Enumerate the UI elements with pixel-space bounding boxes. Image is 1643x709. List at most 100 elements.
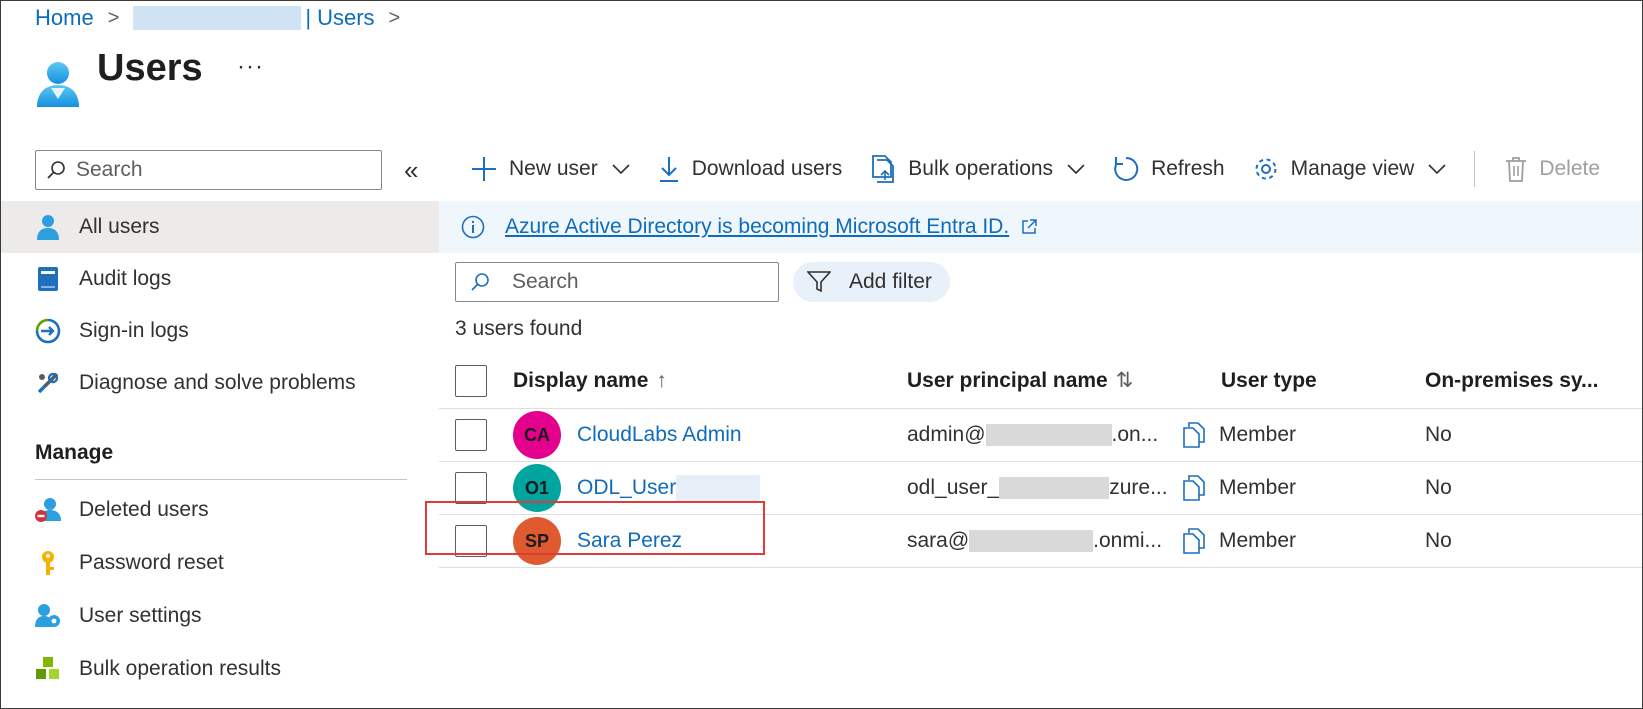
add-filter-button[interactable]: Add filter [793, 262, 950, 302]
column-display-name-label: Display name [513, 368, 649, 392]
copy-icon[interactable] [1183, 422, 1205, 448]
upn-redacted [985, 424, 1112, 446]
copy-icon[interactable] [1183, 475, 1205, 501]
filter-icon [807, 271, 831, 293]
breadcrumb-pipe: | [305, 5, 312, 30]
new-user-button[interactable]: New user [471, 156, 630, 182]
sidebar-item-deleted-users[interactable]: Deleted users [1, 483, 439, 536]
table-row[interactable]: SP Sara Perez sara@ .onmi... Member No [439, 515, 1642, 568]
external-link-icon[interactable] [1021, 219, 1037, 235]
row-select-cell [439, 525, 513, 557]
refresh-button[interactable]: Refresh [1113, 156, 1225, 182]
user-name-link[interactable]: Sara Perez [577, 529, 682, 553]
row-checkbox[interactable] [455, 419, 487, 451]
select-all-cell [439, 364, 513, 397]
chevron-down-icon [1428, 163, 1446, 175]
download-users-label: Download users [691, 157, 843, 180]
user-name-link[interactable]: CloudLabs Admin [577, 423, 742, 447]
sidebar-search-input[interactable]: Search [35, 150, 382, 190]
breadcrumb-tenant-redacted[interactable] [133, 6, 302, 30]
upn-redacted [969, 530, 1094, 552]
sidebar-item-all-users[interactable]: All users [1, 201, 439, 253]
delete-label: Delete [1539, 157, 1601, 180]
command-bar: New user Download users Bulk operations [471, 147, 1628, 191]
breadcrumb-separator: > [107, 6, 120, 29]
results-count: 3 users found [455, 317, 583, 340]
search-icon [471, 273, 489, 291]
select-all-checkbox[interactable] [455, 364, 487, 397]
sidebar-item-user-settings[interactable]: User settings [1, 589, 439, 642]
trash-icon [1505, 156, 1527, 182]
sidebar-item-password-reset[interactable]: Password reset [1, 536, 439, 589]
sidebar-item-label: Audit logs [79, 267, 172, 290]
entra-rename-link[interactable]: Azure Active Directory is becoming Micro… [505, 215, 1009, 239]
plus-icon [471, 156, 497, 182]
avatar: CA [513, 411, 561, 459]
display-name-cell: CA CloudLabs Admin [513, 411, 907, 459]
upn-start: odl_user_ [907, 476, 1000, 499]
row-checkbox[interactable] [455, 472, 487, 504]
on-premises-cell: No [1425, 476, 1642, 500]
on-premises-cell: No [1425, 529, 1642, 553]
display-name-cell: O1 ODL_User [513, 464, 907, 512]
sidebar-item-label: Diagnose and solve problems [79, 371, 356, 394]
toolbar-divider [1474, 151, 1476, 187]
sidebar-item-sign-in-logs[interactable]: Sign-in logs [1, 305, 439, 357]
user-type-cell: Member [1183, 422, 1425, 448]
sidebar-item-diagnose[interactable]: Diagnose and solve problems [1, 357, 439, 409]
upn-start: sara@ [907, 529, 970, 552]
row-select-cell [439, 472, 513, 504]
add-filter-label: Add filter [849, 270, 932, 293]
users-table: Display name ↑ User principal name ⇅ Use… [439, 353, 1642, 568]
sidebar-item-bulk-results[interactable]: Bulk operation results [1, 642, 439, 695]
info-banner: Azure Active Directory is becoming Micro… [439, 201, 1642, 253]
breadcrumb-trailing-separator: > [388, 6, 401, 29]
download-users-button[interactable]: Download users [658, 156, 843, 182]
user-name-redacted [676, 475, 761, 501]
user-type-cell: Member [1183, 475, 1425, 501]
users-search-input[interactable]: Search [455, 262, 779, 302]
column-on-premises[interactable]: On-premises sy... [1425, 369, 1642, 393]
column-user-type[interactable]: User type [1183, 369, 1425, 393]
sidebar-item-label: All users [79, 215, 160, 238]
column-upn[interactable]: User principal name ⇅ [907, 368, 1183, 393]
breadcrumb-users-link[interactable]: Users [317, 5, 374, 31]
user-type-cell: Member [1183, 528, 1425, 554]
page-title: Users [97, 47, 203, 89]
sidebar-item-label: Sign-in logs [79, 319, 189, 342]
column-display-name[interactable]: Display name ↑ [513, 369, 907, 393]
manage-section-label: Manage [35, 441, 114, 464]
column-user-type-label: User type [1221, 368, 1317, 392]
upn-end: .on... [1111, 423, 1159, 446]
deleted-user-icon [35, 497, 61, 523]
refresh-icon [1113, 156, 1139, 182]
upn-cell: sara@ .onmi... [907, 529, 1183, 553]
avatar: O1 [513, 464, 561, 512]
table-row[interactable]: CA CloudLabs Admin admin@ .on... Member … [439, 409, 1642, 462]
user-name-link[interactable]: ODL_User [577, 476, 676, 500]
upn-end: .onmi... [1093, 529, 1163, 552]
bulk-operations-button[interactable]: Bulk operations [870, 155, 1085, 183]
more-options-icon[interactable]: ··· [237, 53, 264, 81]
bulk-operations-label: Bulk operations [908, 157, 1054, 180]
key-icon [35, 550, 61, 576]
breadcrumb: Home > | Users > [35, 5, 414, 31]
upn-redacted [999, 477, 1110, 499]
user-type-value: Member [1219, 529, 1297, 552]
upn-cell: admin@ .on... [907, 423, 1183, 447]
table-row[interactable]: O1 ODL_User odl_user_ zure... Member No [439, 462, 1642, 515]
collapse-sidebar-icon[interactable]: « [404, 155, 418, 186]
chevron-down-icon [1067, 163, 1085, 175]
sidebar-item-audit-logs[interactable]: Audit logs [1, 253, 439, 305]
users-search-placeholder: Search [512, 270, 579, 293]
copy-icon[interactable] [1183, 528, 1205, 554]
sidebar-item-label: Password reset [79, 550, 224, 574]
row-checkbox[interactable] [455, 525, 487, 557]
sidebar-manage-nav: Deleted users Password reset User settin… [1, 483, 439, 695]
manage-view-button[interactable]: Manage view [1253, 156, 1447, 182]
on-premises-cell: No [1425, 423, 1642, 447]
delete-button[interactable]: Delete [1505, 156, 1600, 182]
breadcrumb-home-link[interactable]: Home [35, 5, 94, 31]
user-type-value: Member [1219, 476, 1297, 499]
manage-section-divider [35, 479, 407, 480]
